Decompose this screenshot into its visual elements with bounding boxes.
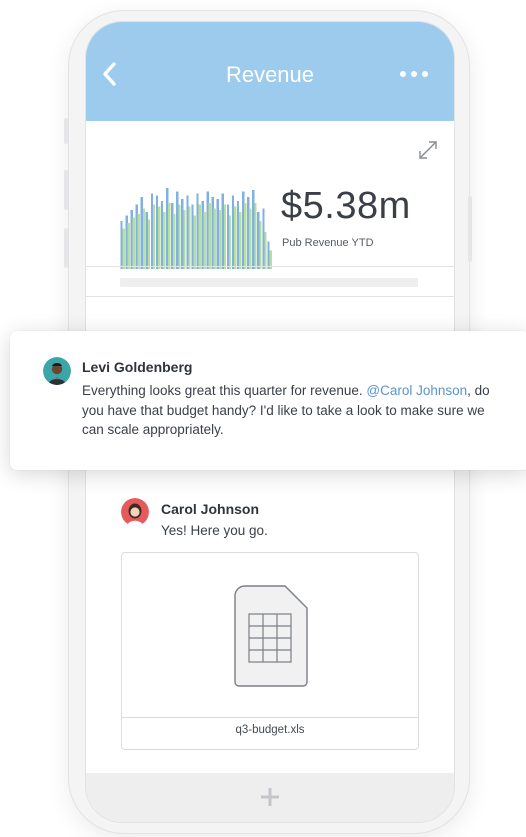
chart-bar — [236, 200, 240, 269]
chart-bar — [216, 199, 219, 269]
more-dot — [411, 71, 417, 77]
chart-bar — [147, 219, 151, 269]
attachment-filename: q3-budget.xls — [235, 724, 305, 736]
chart-bar — [127, 223, 130, 269]
chart-bar — [183, 210, 186, 269]
chart-bar — [242, 191, 245, 269]
comment-text-part: Everything looks great this quarter for … — [82, 383, 367, 398]
chart-bar — [163, 211, 166, 269]
attachment-card[interactable]: q3-budget.xls — [121, 552, 419, 750]
chart-bar — [198, 204, 201, 269]
more-horizontal-icon — [400, 71, 406, 77]
composer-bar — [86, 773, 454, 822]
phone-side-button — [64, 228, 68, 268]
phone-side-button — [64, 118, 68, 144]
chart-bar — [249, 208, 252, 269]
more-options-button[interactable] — [400, 66, 436, 82]
chart-bar — [196, 193, 199, 269]
reply-text: Yes! Here you go. — [161, 523, 268, 538]
chart-bar — [267, 241, 270, 269]
chart-bar — [259, 221, 262, 269]
chart-bar — [186, 195, 189, 269]
chart-bar — [247, 197, 250, 269]
chart-bar — [213, 208, 217, 269]
app-header: Revenue — [86, 22, 454, 121]
chart-bar — [120, 221, 123, 269]
plus-icon[interactable] — [257, 784, 283, 810]
more-dot — [422, 71, 428, 77]
attachment-divider — [122, 717, 418, 718]
chart-bar — [211, 197, 214, 269]
revenue-metric-label: Pub Revenue YTD — [282, 237, 374, 249]
chart-bar — [239, 211, 242, 269]
reply-author: Carol Johnson — [161, 501, 260, 517]
person-avatar-icon — [121, 498, 149, 526]
revenue-metric-value: $5.38m — [281, 185, 411, 227]
chart-bar — [135, 204, 138, 269]
chart-bar — [191, 204, 194, 269]
avatar-carol — [121, 498, 149, 526]
chart-bar — [142, 208, 146, 269]
chart-bar — [208, 202, 211, 269]
chart-bar — [173, 213, 176, 269]
chart-bar — [203, 211, 206, 269]
chart-bar — [231, 195, 235, 269]
chart-bar — [152, 204, 156, 269]
chart-bar — [234, 206, 237, 269]
revenue-bar-chart — [120, 188, 272, 269]
chart-bar — [223, 204, 227, 269]
comment-text: Everything looks great this quarter for … — [82, 381, 492, 440]
chart-bar — [201, 200, 204, 269]
person-avatar-icon — [43, 357, 71, 385]
chart-bar — [262, 208, 265, 269]
chart-bar — [244, 202, 247, 269]
chart-bar — [168, 202, 171, 269]
chart-bar — [130, 210, 133, 269]
chart-bar — [193, 215, 196, 269]
chart-bar — [257, 211, 260, 269]
expand-icon[interactable] — [416, 138, 440, 162]
spreadsheet-file-icon — [234, 585, 308, 687]
chart-bar — [166, 188, 169, 269]
chart-bar — [228, 215, 232, 269]
placeholder-bar — [120, 278, 418, 287]
chart-bar — [178, 204, 181, 269]
chart-bar — [122, 228, 125, 269]
divider — [86, 296, 454, 297]
chart-bar — [158, 206, 161, 269]
chart-bar — [226, 204, 230, 269]
comment-card: Levi Goldenberg Everything looks great t… — [10, 331, 526, 470]
avatar-levi — [43, 357, 71, 385]
chart-bar — [181, 199, 184, 269]
chart-bar — [137, 213, 141, 269]
chart-bar — [206, 191, 209, 269]
phone-side-button — [468, 196, 472, 262]
chart-bar — [221, 193, 225, 269]
chart-bar — [145, 211, 149, 269]
chart-bar — [252, 189, 255, 269]
chart-bar — [218, 210, 222, 269]
chart-bar — [160, 200, 164, 269]
chart-bar — [140, 197, 143, 269]
chart-bar — [176, 191, 179, 269]
chart-bar — [132, 217, 135, 269]
mention-link[interactable]: @Carol Johnson — [366, 383, 467, 398]
chart-bar — [155, 195, 159, 269]
phone-side-button — [64, 170, 68, 210]
chart-bar — [150, 193, 154, 269]
chart-bar — [171, 202, 174, 269]
chart-bar — [264, 232, 267, 269]
chart-bar — [125, 215, 128, 269]
chart-bar — [254, 202, 257, 269]
page-title: Revenue — [225, 62, 315, 87]
comment-author: Levi Goldenberg — [82, 359, 193, 375]
divider — [86, 266, 454, 267]
chart-bar — [188, 206, 191, 269]
